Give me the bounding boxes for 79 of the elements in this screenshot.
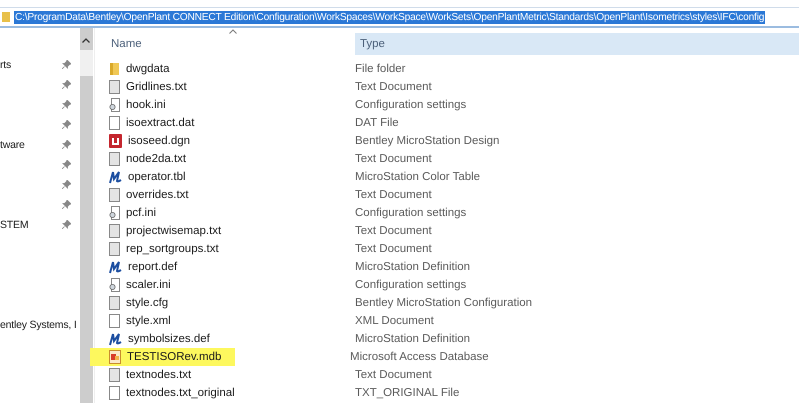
document-icon: [109, 152, 120, 166]
highlighted-file-name[interactable]: TESTISORev.mdb: [90, 348, 235, 366]
file-type: File folder: [355, 63, 406, 75]
file-type: Configuration settings: [355, 99, 466, 111]
folder-icon: [109, 62, 120, 76]
file-type: DAT File: [355, 117, 399, 129]
file-name[interactable]: hook.ini: [95, 96, 355, 114]
document-icon: [109, 188, 120, 202]
pin-icon[interactable]: [62, 80, 71, 89]
blank-file-icon: [109, 314, 120, 328]
file-name[interactable]: style.xml: [95, 312, 355, 330]
file-type: Text Document: [355, 189, 432, 201]
file-type: Text Document: [355, 369, 432, 381]
address-bar[interactable]: C:\ProgramData\Bentley\OpenPlant CONNECT Edition\Configuration\WorkSpaces\WorkSpace\WorkSets\OpenPlantMetric\Standards\OpenPlant\Isometrics\styles\IFC\config: [0, 7, 799, 28]
file-type: Text Document: [355, 225, 432, 237]
pin-icon[interactable]: [62, 220, 71, 229]
file-type: Text Document: [355, 243, 432, 255]
file-name[interactable]: textnodes.txt_original: [95, 384, 355, 402]
document-icon: [109, 368, 120, 382]
file-type: Text Document: [355, 153, 432, 165]
sidebar-item[interactable]: tware: [0, 139, 25, 151]
pin-icon[interactable]: [62, 180, 71, 189]
settings-file-icon: [109, 278, 120, 292]
document-icon: [109, 296, 120, 310]
blank-file-icon: [109, 386, 120, 400]
pin-icon[interactable]: [62, 100, 71, 109]
file-type: Configuration settings: [355, 279, 466, 291]
file-name[interactable]: node2da.txt: [95, 150, 355, 168]
document-icon: [109, 224, 120, 238]
microstation-file-icon: [109, 332, 122, 346]
design-file-icon: [109, 134, 122, 148]
database-file-icon: [109, 350, 121, 364]
file-name[interactable]: overrides.txt: [95, 186, 355, 204]
file-name[interactable]: Gridlines.txt: [95, 78, 355, 96]
sidebar-item[interactable]: STEM: [0, 219, 28, 231]
file-type: Microsoft Access Database: [350, 351, 489, 363]
file-type: Configuration settings: [355, 207, 466, 219]
document-icon: [109, 80, 120, 94]
sidebar-item[interactable]: entley Systems, I: [0, 319, 77, 331]
file-name[interactable]: textnodes.txt: [95, 366, 355, 384]
file-type: Bentley MicroStation Configuration: [355, 297, 532, 309]
file-type: TXT_ORIGINAL File: [355, 387, 460, 399]
file-name[interactable]: rep_sortgroups.txt: [95, 240, 355, 258]
sidebar-item[interactable]: rts: [0, 59, 12, 71]
file-name[interactable]: isoextract.dat: [95, 114, 355, 132]
microstation-file-icon: [109, 260, 122, 274]
folder-path: C:\ProgramData\Bentley\OpenPlant CONNECT Edition\Configuration\WorkSpaces\WorkSpace\WorkSets\OpenPlantMetric\Standards\OpenPlant\Isometrics\styles\IFC\config: [14, 10, 766, 24]
scroll-up-icon[interactable]: [82, 38, 90, 43]
file-name[interactable]: symbolsizes.def: [95, 330, 355, 348]
file-type: Text Document: [355, 81, 432, 93]
file-name[interactable]: style.cfg: [95, 294, 355, 312]
pin-icon[interactable]: [62, 120, 71, 129]
column-header[interactable]: Name: [95, 33, 355, 55]
pin-icon[interactable]: [62, 200, 71, 209]
file-name[interactable]: scaler.ini: [95, 276, 355, 294]
file-type: MicroStation Color Table: [355, 171, 480, 183]
settings-file-icon: [109, 206, 120, 220]
file-type: XML Document: [355, 315, 434, 327]
blank-file-icon: [109, 116, 120, 130]
sort-caret-icon: [229, 29, 237, 34]
file-name[interactable]: isoseed.dgn: [95, 132, 355, 150]
microstation-file-icon: [109, 170, 122, 184]
document-icon: [109, 242, 120, 256]
file-type: MicroStation Definition: [355, 261, 470, 273]
folder-icon: [2, 11, 10, 23]
file-type: MicroStation Definition: [355, 333, 470, 345]
file-name[interactable]: dwgdata: [95, 60, 355, 78]
pin-icon[interactable]: [62, 140, 71, 149]
scrollbar-thumb[interactable]: [80, 50, 93, 76]
pin-icon[interactable]: [62, 60, 71, 69]
file-name[interactable]: report.def: [95, 258, 355, 276]
file-name[interactable]: pcf.ini: [95, 204, 355, 222]
file-name[interactable]: projectwisemap.txt: [95, 222, 355, 240]
pin-icon[interactable]: [62, 160, 71, 169]
scrollbar[interactable]: [80, 28, 93, 403]
file-type: Bentley MicroStation Design: [355, 135, 500, 147]
file-name[interactable]: operator.tbl: [95, 168, 355, 186]
column-header[interactable]: Type: [355, 33, 799, 55]
settings-file-icon: [109, 98, 120, 112]
